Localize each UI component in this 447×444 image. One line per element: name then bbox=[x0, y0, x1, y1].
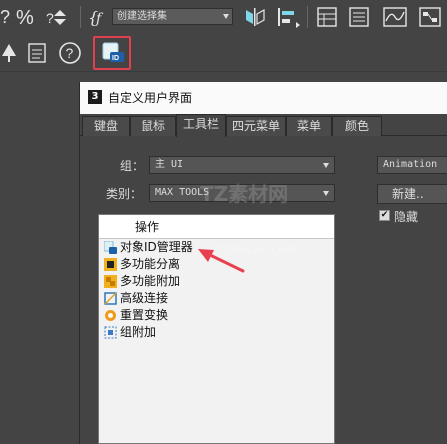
annotation-arrow bbox=[198, 249, 245, 273]
